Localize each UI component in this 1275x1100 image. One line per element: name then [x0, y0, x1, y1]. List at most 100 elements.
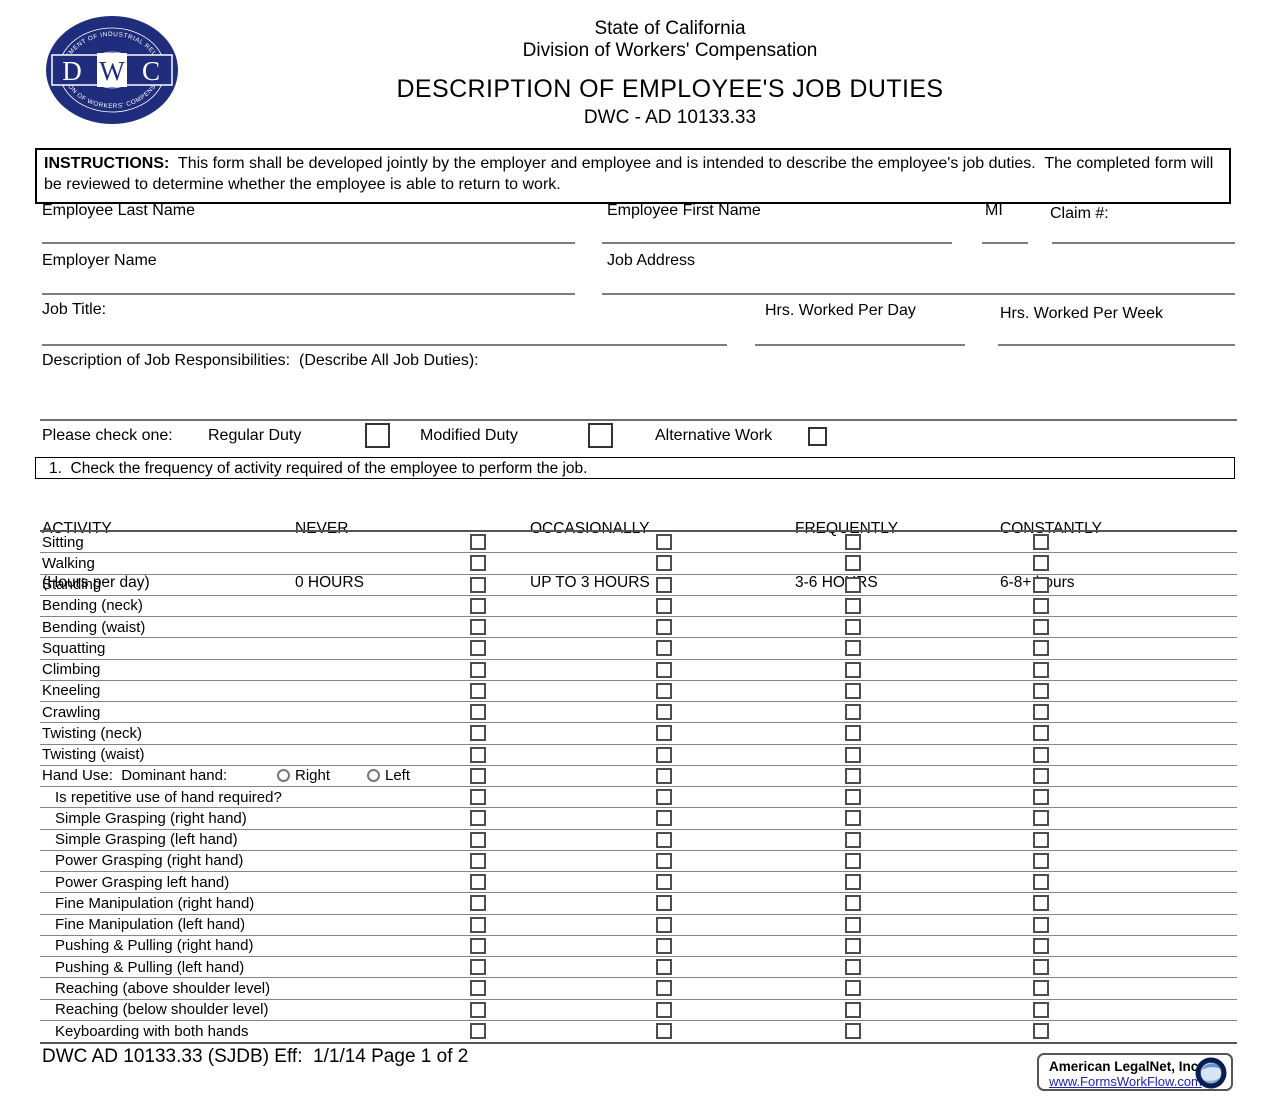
dominant-hand-left-radio[interactable] — [367, 769, 380, 782]
job-address-input[interactable] — [602, 293, 1235, 295]
frequently-checkbox[interactable] — [845, 874, 861, 890]
job-title-input[interactable] — [42, 344, 727, 346]
hrs-per-day-input[interactable] — [755, 344, 965, 346]
occasionally-checkbox[interactable] — [656, 534, 672, 550]
occasionally-checkbox[interactable] — [656, 853, 672, 869]
modified-duty-checkbox[interactable] — [588, 423, 613, 448]
employee-first-name-input[interactable] — [602, 242, 952, 244]
constantly-checkbox[interactable] — [1033, 789, 1049, 805]
occasionally-checkbox[interactable] — [656, 747, 672, 763]
occasionally-checkbox[interactable] — [656, 1002, 672, 1018]
occasionally-checkbox[interactable] — [656, 789, 672, 805]
constantly-checkbox[interactable] — [1033, 662, 1049, 678]
occasionally-checkbox[interactable] — [656, 768, 672, 784]
occasionally-checkbox[interactable] — [656, 1023, 672, 1039]
constantly-checkbox[interactable] — [1033, 1002, 1049, 1018]
never-checkbox[interactable] — [470, 853, 486, 869]
never-checkbox[interactable] — [470, 768, 486, 784]
frequently-checkbox[interactable] — [845, 917, 861, 933]
constantly-checkbox[interactable] — [1033, 598, 1049, 614]
occasionally-checkbox[interactable] — [656, 874, 672, 890]
frequently-checkbox[interactable] — [845, 789, 861, 805]
constantly-checkbox[interactable] — [1033, 768, 1049, 784]
constantly-checkbox[interactable] — [1033, 959, 1049, 975]
frequently-checkbox[interactable] — [845, 1002, 861, 1018]
frequently-checkbox[interactable] — [845, 619, 861, 635]
occasionally-checkbox[interactable] — [656, 917, 672, 933]
frequently-checkbox[interactable] — [845, 683, 861, 699]
constantly-checkbox[interactable] — [1033, 810, 1049, 826]
frequently-checkbox[interactable] — [845, 895, 861, 911]
frequently-checkbox[interactable] — [845, 980, 861, 996]
occasionally-checkbox[interactable] — [656, 704, 672, 720]
constantly-checkbox[interactable] — [1033, 853, 1049, 869]
regular-duty-checkbox[interactable] — [365, 423, 390, 448]
never-checkbox[interactable] — [470, 619, 486, 635]
frequently-checkbox[interactable] — [845, 725, 861, 741]
frequently-checkbox[interactable] — [845, 747, 861, 763]
constantly-checkbox[interactable] — [1033, 577, 1049, 593]
constantly-checkbox[interactable] — [1033, 980, 1049, 996]
never-checkbox[interactable] — [470, 810, 486, 826]
frequently-checkbox[interactable] — [845, 577, 861, 593]
never-checkbox[interactable] — [470, 895, 486, 911]
constantly-checkbox[interactable] — [1033, 725, 1049, 741]
never-checkbox[interactable] — [470, 725, 486, 741]
never-checkbox[interactable] — [470, 555, 486, 571]
constantly-checkbox[interactable] — [1033, 832, 1049, 848]
occasionally-checkbox[interactable] — [656, 725, 672, 741]
never-checkbox[interactable] — [470, 704, 486, 720]
never-checkbox[interactable] — [470, 789, 486, 805]
never-checkbox[interactable] — [470, 662, 486, 678]
occasionally-checkbox[interactable] — [656, 577, 672, 593]
never-checkbox[interactable] — [470, 1023, 486, 1039]
never-checkbox[interactable] — [470, 640, 486, 656]
constantly-checkbox[interactable] — [1033, 534, 1049, 550]
never-checkbox[interactable] — [470, 577, 486, 593]
occasionally-checkbox[interactable] — [656, 555, 672, 571]
frequently-checkbox[interactable] — [845, 1023, 861, 1039]
occasionally-checkbox[interactable] — [656, 683, 672, 699]
legalnet-link[interactable]: www.FormsWorkFlow.com — [1049, 1074, 1202, 1089]
never-checkbox[interactable] — [470, 598, 486, 614]
constantly-checkbox[interactable] — [1033, 938, 1049, 954]
constantly-checkbox[interactable] — [1033, 619, 1049, 635]
occasionally-checkbox[interactable] — [656, 980, 672, 996]
occasionally-checkbox[interactable] — [656, 810, 672, 826]
constantly-checkbox[interactable] — [1033, 683, 1049, 699]
never-checkbox[interactable] — [470, 1002, 486, 1018]
frequently-checkbox[interactable] — [845, 640, 861, 656]
employee-last-name-input[interactable] — [42, 242, 575, 244]
never-checkbox[interactable] — [470, 874, 486, 890]
frequently-checkbox[interactable] — [845, 662, 861, 678]
occasionally-checkbox[interactable] — [656, 619, 672, 635]
dominant-hand-right-radio[interactable] — [277, 769, 290, 782]
occasionally-checkbox[interactable] — [656, 662, 672, 678]
never-checkbox[interactable] — [470, 938, 486, 954]
constantly-checkbox[interactable] — [1033, 555, 1049, 571]
mi-input[interactable] — [982, 242, 1028, 244]
frequently-checkbox[interactable] — [845, 959, 861, 975]
never-checkbox[interactable] — [470, 980, 486, 996]
frequently-checkbox[interactable] — [845, 598, 861, 614]
constantly-checkbox[interactable] — [1033, 704, 1049, 720]
claim-number-input[interactable] — [1052, 242, 1235, 244]
never-checkbox[interactable] — [470, 534, 486, 550]
constantly-checkbox[interactable] — [1033, 895, 1049, 911]
constantly-checkbox[interactable] — [1033, 640, 1049, 656]
constantly-checkbox[interactable] — [1033, 1023, 1049, 1039]
never-checkbox[interactable] — [470, 683, 486, 699]
frequently-checkbox[interactable] — [845, 768, 861, 784]
occasionally-checkbox[interactable] — [656, 938, 672, 954]
frequently-checkbox[interactable] — [845, 938, 861, 954]
frequently-checkbox[interactable] — [845, 853, 861, 869]
occasionally-checkbox[interactable] — [656, 640, 672, 656]
hrs-per-week-input[interactable] — [998, 344, 1235, 346]
constantly-checkbox[interactable] — [1033, 917, 1049, 933]
occasionally-checkbox[interactable] — [656, 895, 672, 911]
never-checkbox[interactable] — [470, 959, 486, 975]
frequently-checkbox[interactable] — [845, 704, 861, 720]
frequently-checkbox[interactable] — [845, 555, 861, 571]
never-checkbox[interactable] — [470, 917, 486, 933]
occasionally-checkbox[interactable] — [656, 598, 672, 614]
